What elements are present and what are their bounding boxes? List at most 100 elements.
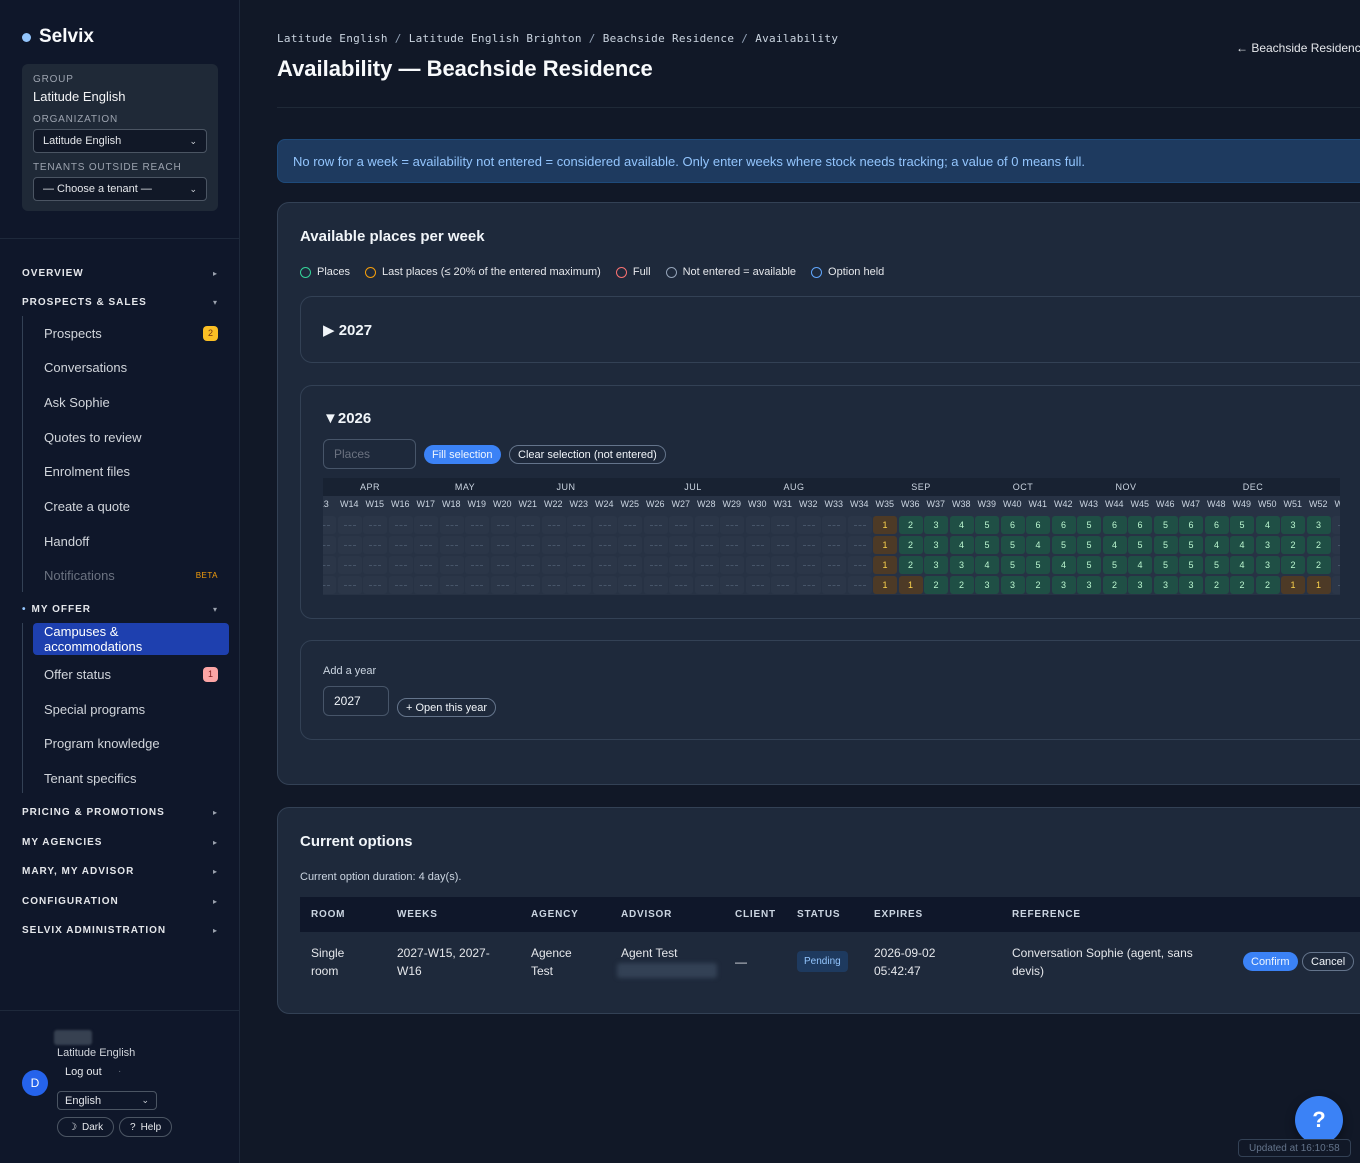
availability-cell-empty[interactable] [541,576,566,594]
availability-cell-empty[interactable] [669,516,693,534]
availability-cell[interactable]: 5 [1179,556,1203,574]
availability-cell[interactable]: 5 [1000,536,1025,554]
availability-cell-empty[interactable] [465,576,489,594]
nav-section-agencies[interactable]: MY AGENCIES ▸ [22,833,218,851]
availability-cell-empty[interactable] [796,576,821,594]
nav-section-pricing[interactable]: PRICING & PROMOTIONS ▸ [22,803,218,821]
availability-cell-empty[interactable] [618,536,642,554]
availability-cell[interactable]: 2 [1204,576,1229,594]
availability-cell-empty[interactable] [669,536,693,554]
availability-cell[interactable]: 2 [1026,576,1050,594]
availability-cell-empty[interactable] [516,576,540,594]
availability-cell-empty[interactable] [847,516,872,534]
nav-section-prospects-sales[interactable]: PROSPECTS & SALES ▾ [22,293,218,311]
availability-cell[interactable]: 6 [1000,516,1025,534]
availability-cell-empty[interactable] [694,576,719,594]
availability-cell-empty[interactable] [388,576,413,594]
availability-cell-empty[interactable] [1332,516,1340,534]
dark-mode-button[interactable]: ☽ Dark [57,1117,115,1137]
availability-cell[interactable]: 5 [1179,536,1203,554]
sidebar-item-special-programs[interactable]: Special programs [33,693,229,725]
availability-cell[interactable]: 1 [1281,576,1305,594]
availability-cell-empty[interactable] [847,536,872,554]
breadcrumb-item[interactable]: Latitude English [277,32,388,45]
availability-cell[interactable]: 3 [924,556,948,574]
availability-cell[interactable]: 4 [949,536,974,554]
availability-cell[interactable]: 5 [1077,536,1101,554]
sidebar-item-campuses[interactable]: Campuses & accommodations [33,623,229,655]
availability-cell-empty[interactable] [796,536,821,554]
sidebar-item-conversations[interactable]: Conversations [33,351,229,383]
availability-cell-empty[interactable] [388,516,413,534]
availability-cell-empty[interactable] [439,536,464,554]
availability-cell[interactable]: 3 [1128,576,1152,594]
availability-cell-empty[interactable] [439,576,464,594]
availability-cell-empty[interactable] [567,576,591,594]
sidebar-item-handoff[interactable]: Handoff [33,525,229,557]
availability-cell-empty[interactable] [541,536,566,554]
availability-cell-empty[interactable] [363,536,387,554]
availability-cell-empty[interactable] [541,516,566,534]
availability-cell-empty[interactable] [337,576,362,594]
availability-cell-empty[interactable] [592,556,617,574]
availability-cell-empty[interactable] [363,556,387,574]
availability-cell-empty[interactable] [490,556,515,574]
nav-section-overview[interactable]: OVERVIEW ▸ [22,264,218,282]
availability-cell[interactable]: 2 [898,556,923,574]
availability-cell-empty[interactable] [414,516,438,534]
availability-cell[interactable]: 5 [1051,536,1076,554]
availability-cell[interactable]: 3 [1000,576,1025,594]
availability-cell[interactable]: 5 [1153,536,1178,554]
availability-cell-empty[interactable] [643,556,668,574]
nav-section-admin[interactable]: SELVIX ADMINISTRATION ▸ [22,921,218,939]
tenant-select[interactable]: — Choose a tenant — ⌄ [33,177,207,201]
availability-cell-empty[interactable] [439,556,464,574]
availability-cell-empty[interactable] [567,536,591,554]
availability-cell[interactable]: 6 [1128,516,1152,534]
availability-cell-empty[interactable] [516,536,540,554]
availability-cell-empty[interactable] [490,516,515,534]
availability-cell[interactable]: 3 [1255,556,1280,574]
availability-cell[interactable]: 1 [898,576,923,594]
availability-cell-empty[interactable] [643,516,668,534]
availability-cell[interactable]: 2 [924,576,948,594]
availability-cell-empty[interactable] [618,516,642,534]
availability-cell-empty[interactable] [516,556,540,574]
availability-cell-empty[interactable] [694,516,719,534]
year-2027-panel[interactable] [300,296,1360,363]
availability-cell-empty[interactable] [618,556,642,574]
availability-cell-empty[interactable] [771,576,795,594]
sidebar-item-create-quote[interactable]: Create a quote [33,490,229,522]
availability-cell-empty[interactable] [847,556,872,574]
availability-cell[interactable]: 4 [1204,536,1229,554]
help-fab-button[interactable]: ? [1295,1096,1343,1144]
availability-cell[interactable]: 5 [1102,556,1127,574]
availability-cell[interactable]: 5 [975,536,999,554]
logout-link[interactable]: Log out [65,1066,102,1078]
availability-cell-empty[interactable] [694,536,719,554]
availability-cell-empty[interactable] [643,576,668,594]
availability-cell-empty[interactable] [1332,556,1340,574]
availability-cell-empty[interactable] [363,516,387,534]
availability-cell[interactable]: 3 [1051,576,1076,594]
breadcrumb-item[interactable]: Latitude English Brighton [409,32,582,45]
availability-cell[interactable]: 5 [1077,556,1101,574]
nav-section-configuration[interactable]: CONFIGURATION ▸ [22,892,218,910]
availability-cell-empty[interactable] [592,536,617,554]
availability-cell[interactable]: 4 [1255,516,1280,534]
availability-cell[interactable]: 6 [1026,516,1050,534]
availability-cell[interactable]: 5 [1128,536,1152,554]
availability-cell-empty[interactable] [745,576,770,594]
availability-cell[interactable]: 4 [1026,536,1050,554]
availability-cell-empty[interactable] [490,536,515,554]
availability-cell-empty[interactable] [323,536,336,554]
availability-cell-empty[interactable] [1332,536,1340,554]
brand[interactable]: Selvix [22,26,94,48]
nav-section-my-offer[interactable]: • MY OFFER ▾ [22,600,218,618]
availability-cell[interactable]: 4 [1051,556,1076,574]
availability-cell-empty[interactable] [745,536,770,554]
availability-cell[interactable]: 1 [873,556,897,574]
availability-cell-empty[interactable] [720,516,744,534]
availability-cell[interactable]: 3 [1255,536,1280,554]
sidebar-item-prospects[interactable]: Prospects 2 [33,317,229,349]
